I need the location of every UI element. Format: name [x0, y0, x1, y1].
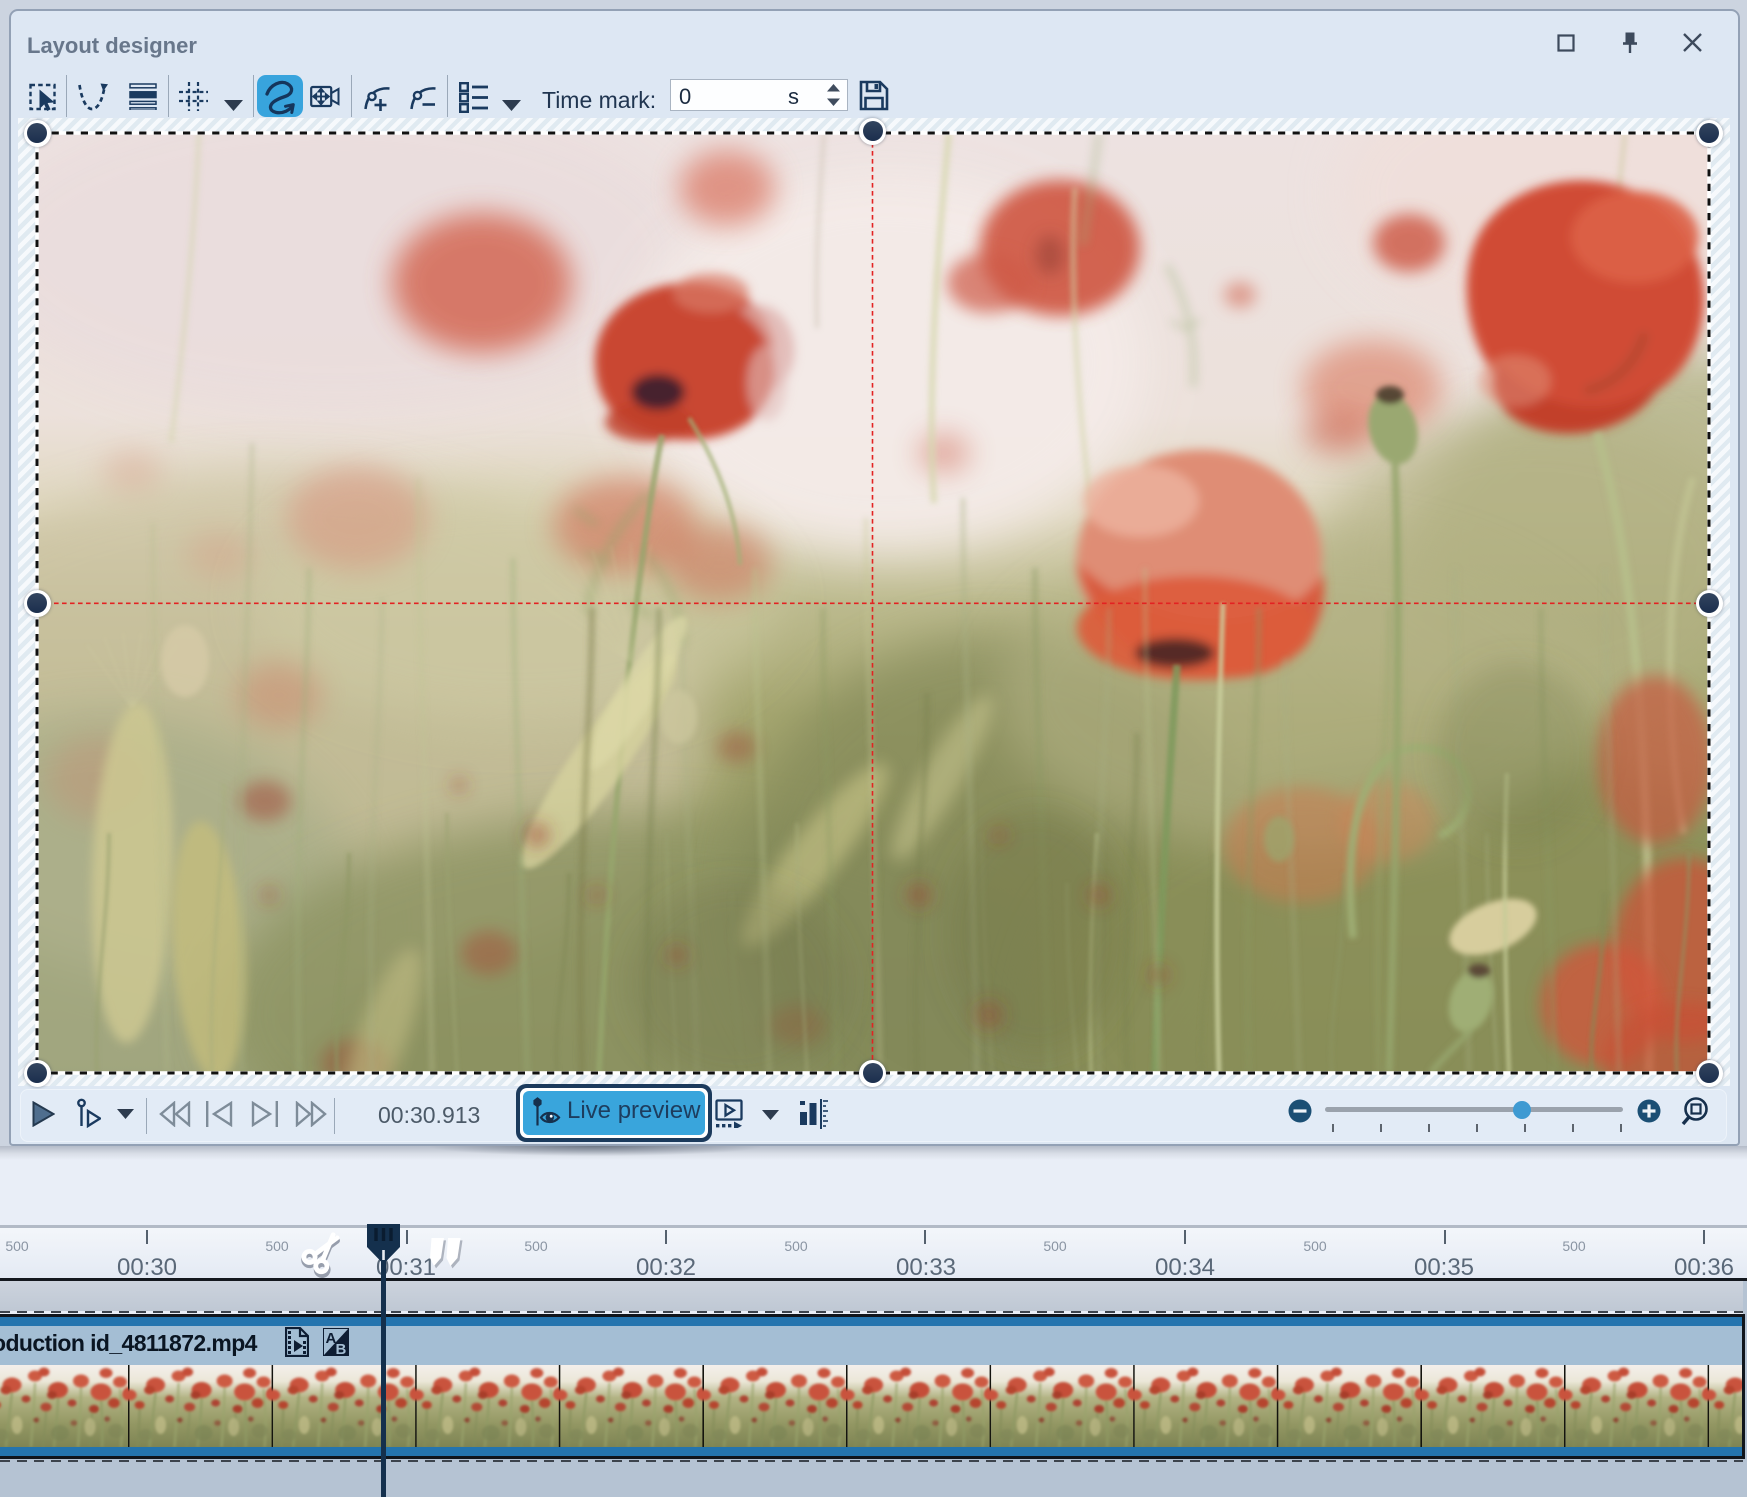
svg-text:B: B: [336, 1341, 347, 1357]
